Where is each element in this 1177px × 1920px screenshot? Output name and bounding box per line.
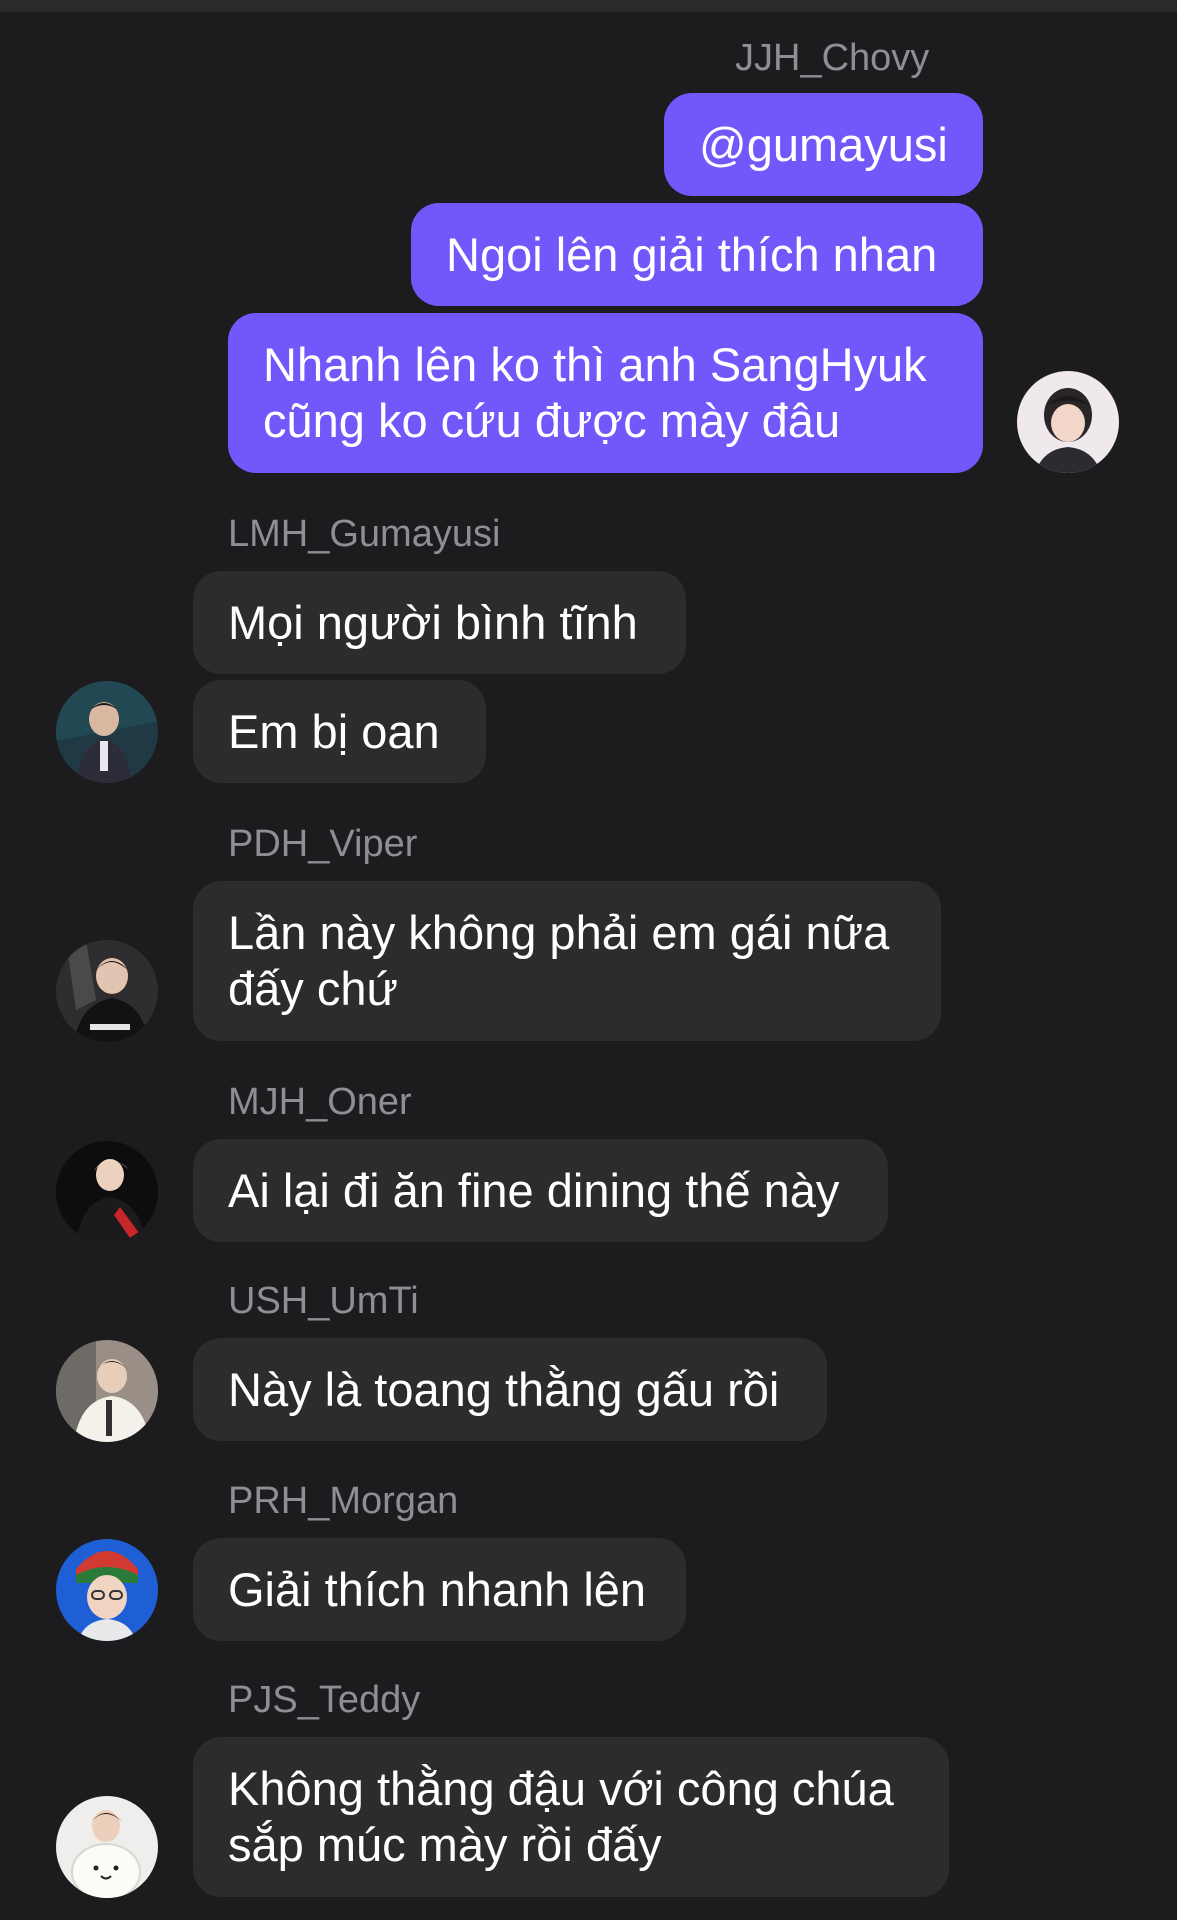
- message-bubble-outgoing[interactable]: Ngoi lên giải thích nhan: [411, 203, 983, 306]
- top-bar: [0, 0, 1177, 12]
- sender-name: USH_UmTi: [228, 1280, 419, 1322]
- message-text: Giải thích nhanh lên: [228, 1562, 647, 1616]
- message-text: Này là toang thằng gấu rồi: [228, 1362, 780, 1416]
- avatar[interactable]: [56, 940, 158, 1042]
- message-bubble-incoming[interactable]: Ai lại đi ăn fine dining thế này: [193, 1139, 888, 1242]
- sender-name: PJS_Teddy: [228, 1679, 421, 1721]
- message-text: Nhanh lên ko thì anh SangHyuk cũng ko cứ…: [263, 338, 927, 447]
- message-bubble-incoming[interactable]: Giải thích nhanh lên: [193, 1538, 686, 1641]
- message-bubble-outgoing[interactable]: Nhanh lên ko thì anh SangHyuk cũng ko cứ…: [228, 313, 983, 473]
- avatar[interactable]: [56, 1340, 158, 1442]
- avatar-image: [56, 1796, 158, 1898]
- sender-name: JJH_Chovy: [735, 37, 930, 79]
- sender-name: PRH_Morgan: [228, 1480, 459, 1522]
- message-text: Ngoi lên giải thích nhan: [446, 227, 938, 281]
- avatar-image: [56, 940, 158, 1042]
- message-text: Em bị oan: [228, 704, 440, 758]
- message-bubble-incoming[interactable]: Lần này không phải em gái nữa đấy chứ: [193, 881, 941, 1041]
- avatar[interactable]: [1017, 371, 1119, 473]
- sender-name: LMH_Gumayusi: [228, 513, 501, 555]
- avatar[interactable]: [56, 1796, 158, 1898]
- avatar-image: [56, 681, 158, 783]
- avatar[interactable]: [56, 1539, 158, 1641]
- avatar-image: [1017, 371, 1119, 473]
- message-bubble-incoming[interactable]: Này là toang thằng gấu rồi: [193, 1338, 827, 1441]
- message-text: @gumayusi: [699, 117, 948, 171]
- avatar[interactable]: [56, 1141, 158, 1243]
- message-text: Lần này không phải em gái nữa đấy chứ: [228, 906, 890, 1015]
- message-text: Mọi người bình tĩnh: [228, 595, 638, 649]
- sender-name: MJH_Oner: [228, 1081, 412, 1123]
- sender-name: PDH_Viper: [228, 823, 418, 865]
- message-bubble-incoming[interactable]: Không thằng đậu với công chúa sắp múc mà…: [193, 1737, 949, 1897]
- avatar-image: [56, 1539, 158, 1641]
- avatar-image: [56, 1340, 158, 1442]
- message-text: Không thằng đậu với công chúa sắp múc mà…: [228, 1762, 894, 1871]
- message-bubble-incoming[interactable]: Em bị oan: [193, 680, 486, 783]
- avatar[interactable]: [56, 681, 158, 783]
- avatar-image: [56, 1141, 158, 1243]
- message-text: Ai lại đi ăn fine dining thế này: [228, 1163, 840, 1217]
- message-bubble-incoming[interactable]: Mọi người bình tĩnh: [193, 571, 686, 674]
- message-bubble-outgoing[interactable]: @gumayusi: [664, 93, 983, 196]
